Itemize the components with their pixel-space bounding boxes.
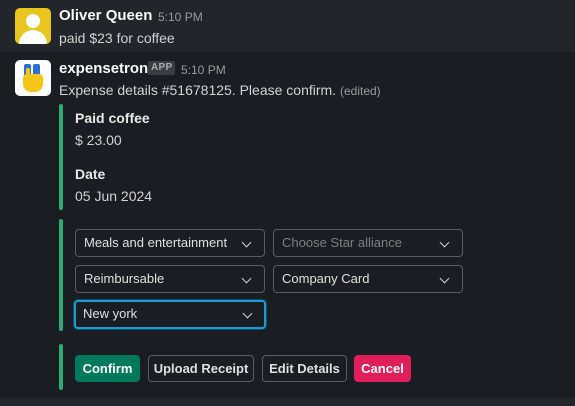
location-select[interactable]: New york	[74, 300, 266, 329]
app-badge: APP	[148, 61, 176, 75]
confirm-button[interactable]: Confirm	[75, 355, 140, 382]
alliance-select-placeholder: Choose Star alliance	[282, 235, 402, 250]
bot-logo-hand-icon	[23, 74, 43, 92]
actions-accent-bar	[59, 344, 63, 390]
message-bot	[0, 52, 575, 398]
upload-receipt-button[interactable]: Upload Receipt	[148, 355, 254, 382]
chevron-down-icon	[241, 237, 252, 248]
chevron-down-icon	[241, 273, 252, 284]
timestamp[interactable]: 5:10 PM	[158, 10, 203, 24]
paid-label: Paid coffee	[75, 110, 150, 126]
payment-select-value: Company Card	[282, 271, 370, 286]
bot-avatar[interactable]	[15, 60, 51, 96]
reimbursable-select[interactable]: Reimbursable	[75, 265, 265, 293]
chevron-down-icon	[439, 237, 450, 248]
chevron-down-icon	[439, 273, 450, 284]
message-text: paid $23 for coffee	[59, 30, 175, 46]
timestamp[interactable]: 5:10 PM	[181, 63, 226, 77]
paid-value: $ 23.00	[75, 132, 122, 148]
avatar-body-icon	[19, 30, 47, 44]
category-select[interactable]: Meals and entertainment	[75, 229, 265, 257]
message-divider	[0, 398, 575, 406]
category-select-value: Meals and entertainment	[84, 235, 228, 250]
user-avatar[interactable]	[15, 8, 51, 44]
bot-name[interactable]: expensetron	[59, 60, 148, 77]
reimbursable-select-value: Reimbursable	[84, 271, 165, 286]
payment-select[interactable]: Company Card	[273, 265, 463, 293]
message-body: Expense details #51678125. Please confir…	[59, 82, 337, 98]
date-label: Date	[75, 166, 106, 182]
author-name[interactable]: Oliver Queen	[59, 7, 152, 24]
alliance-select[interactable]: Choose Star alliance	[273, 229, 463, 257]
details-accent-bar	[59, 104, 63, 210]
cancel-button[interactable]: Cancel	[354, 355, 411, 382]
location-select-value: New york	[83, 306, 138, 321]
date-value: 05 Jun 2024	[75, 188, 153, 204]
edit-details-button[interactable]: Edit Details	[262, 355, 347, 382]
selects-accent-bar	[59, 219, 63, 331]
chevron-down-icon	[242, 308, 253, 319]
message-text: Expense details #51678125. Please confir…	[59, 82, 381, 98]
edited-label: (edited)	[339, 84, 381, 98]
avatar-head-icon	[26, 14, 40, 28]
